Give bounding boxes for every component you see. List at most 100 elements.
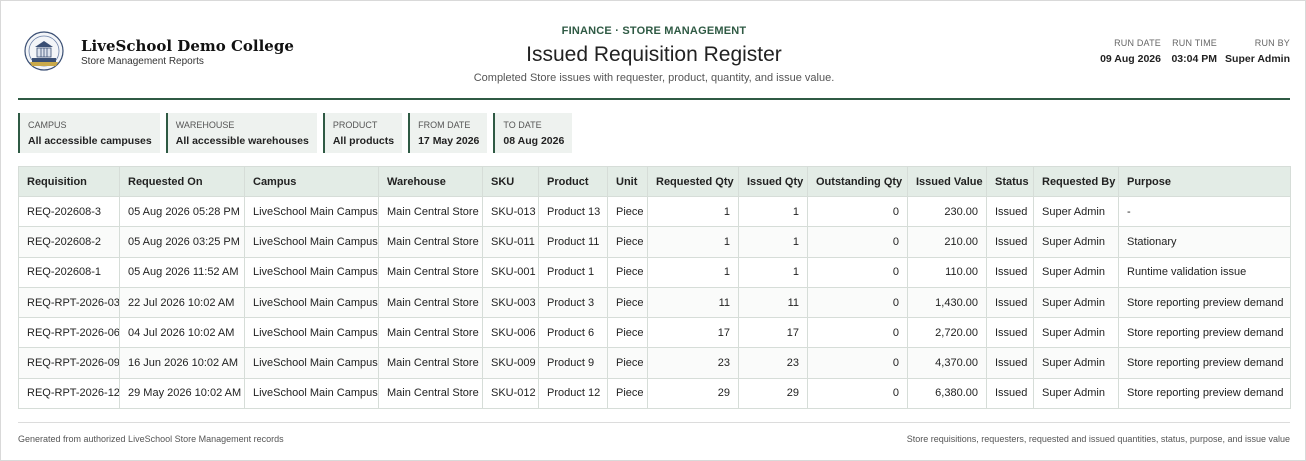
- run-time-label: RUN TIME: [1172, 38, 1217, 48]
- sku-cell: SKU-003: [482, 286, 539, 319]
- warehouse-cell: Main Central Store: [378, 317, 483, 349]
- column-header[interactable]: SKU: [482, 166, 539, 197]
- column-header[interactable]: Requested By: [1033, 166, 1119, 197]
- requested-on-cell: 22 Jul 2026 10:02 AM: [119, 286, 245, 319]
- table-row[interactable]: REQ-RPT-2026-06 04 Jul 2026 10:02 AM LiveS…: [18, 317, 1291, 349]
- table-row[interactable]: REQ-RPT-2026-12 29 May 2026 10:02 AM LiveS…: [18, 377, 1291, 410]
- requisition-cell: REQ-RPT-2026-06: [18, 317, 120, 349]
- campus-cell: LiveSchool Main Campus: [244, 377, 379, 410]
- issued-qty-cell: 1: [738, 226, 808, 258]
- product-cell: Product 1: [538, 256, 608, 288]
- product-cell: Product 3: [538, 286, 608, 319]
- requested-qty-cell: 1: [647, 226, 739, 258]
- requested-by-cell: Super Admin: [1033, 286, 1119, 319]
- filter-summary: CAMPUS All accessible campuses WAREHOUSE…: [18, 113, 578, 153]
- requested-on-cell: 05 Aug 2026 05:28 PM: [119, 195, 245, 228]
- sku-cell: SKU-012: [482, 377, 539, 410]
- requisition-table: Requisition Requested On Campus Warehous…: [18, 166, 1291, 410]
- filter-warehouse: WAREHOUSE All accessible warehouses: [165, 113, 317, 153]
- report-subtitle: Completed Store issues with requester, p…: [473, 72, 835, 84]
- warehouse-cell: Main Central Store: [378, 195, 483, 228]
- sku-cell: SKU-001: [482, 256, 539, 288]
- requested-on-cell: 04 Jul 2026 10:02 AM: [119, 317, 245, 349]
- outstanding-qty-cell: 0: [807, 226, 908, 258]
- run-time: RUN TIME 03:04 PM: [1171, 38, 1217, 65]
- requested-on-cell: 29 May 2026 10:02 AM: [119, 377, 245, 410]
- column-header[interactable]: Requested On: [119, 166, 245, 197]
- filter-label: WAREHOUSE: [175, 120, 235, 130]
- requisition-cell: REQ-202608-1: [18, 256, 120, 288]
- requested-qty-cell: 1: [647, 256, 739, 288]
- column-header[interactable]: Outstanding Qty: [807, 166, 908, 197]
- requested-on-cell: 05 Aug 2026 11:52 AM: [119, 256, 245, 288]
- outstanding-qty-cell: 0: [807, 286, 908, 319]
- purpose-cell: Store reporting preview demand: [1118, 286, 1291, 319]
- purpose-cell: -: [1118, 195, 1291, 228]
- column-header[interactable]: Product: [538, 166, 608, 197]
- filter-value: 08 Aug 2026: [503, 135, 565, 147]
- requested-qty-cell: 1: [647, 195, 739, 228]
- table-row[interactable]: REQ-RPT-2026-09 16 Jun 2026 10:02 AM LiveS…: [18, 347, 1291, 379]
- outstanding-qty-cell: 0: [807, 347, 908, 379]
- column-header[interactable]: Purpose: [1118, 166, 1291, 197]
- warehouse-cell: Main Central Store: [378, 286, 483, 319]
- status-cell: Issued: [986, 256, 1034, 288]
- product-cell: Product 9: [538, 347, 608, 379]
- filter-value: 17 May 2026: [418, 135, 480, 147]
- requisition-cell: REQ-RPT-2026-09: [18, 347, 120, 379]
- unit-cell: Piece: [607, 256, 648, 288]
- column-header[interactable]: Status: [986, 166, 1034, 197]
- column-header[interactable]: Unit: [607, 166, 648, 197]
- requisition-cell: REQ-202608-3: [18, 195, 120, 228]
- filter-campus: CAMPUS All accessible campuses: [18, 113, 160, 153]
- status-cell: Issued: [986, 347, 1034, 379]
- table-row[interactable]: REQ-202608-3 05 Aug 2026 05:28 PM LiveScho…: [18, 195, 1291, 228]
- column-header[interactable]: Issued Value: [907, 166, 987, 197]
- unit-cell: Piece: [607, 226, 648, 258]
- issued-qty-cell: 29: [738, 377, 808, 410]
- column-header[interactable]: Campus: [244, 166, 379, 197]
- organization-subtitle: Store Management Reports: [81, 56, 204, 67]
- filter-label: CAMPUS: [28, 120, 67, 130]
- purpose-cell: Stationary: [1118, 226, 1291, 258]
- purpose-cell: Store reporting preview demand: [1118, 347, 1291, 379]
- table-row[interactable]: REQ-RPT-2026-03 22 Jul 2026 10:02 AM LiveS…: [18, 286, 1291, 319]
- column-header[interactable]: Requested Qty: [647, 166, 739, 197]
- filter-product: PRODUCT All products: [322, 113, 403, 153]
- campus-cell: LiveSchool Main Campus: [244, 286, 379, 319]
- table-body: REQ-202608-3 05 Aug 2026 05:28 PM LiveScho…: [18, 195, 1291, 410]
- unit-cell: Piece: [607, 317, 648, 349]
- run-date: RUN DATE 09 Aug 2026: [1100, 38, 1161, 65]
- outstanding-qty-cell: 0: [807, 317, 908, 349]
- sku-cell: SKU-013: [482, 195, 539, 228]
- filter-value: All accessible campuses: [28, 135, 152, 147]
- warehouse-cell: Main Central Store: [378, 226, 483, 258]
- run-by: RUN BY Super Admin: [1225, 38, 1290, 65]
- table-row[interactable]: REQ-202608-1 05 Aug 2026 11:52 AM LiveScho…: [18, 256, 1291, 288]
- requested-qty-cell: 23: [647, 347, 739, 379]
- table-row[interactable]: REQ-202608-2 05 Aug 2026 03:25 PM LiveScho…: [18, 226, 1291, 258]
- filter-label: TO DATE: [503, 120, 542, 130]
- sku-cell: SKU-011: [482, 226, 539, 258]
- requested-qty-cell: 17: [647, 317, 739, 349]
- column-header[interactable]: Issued Qty: [738, 166, 808, 197]
- column-header[interactable]: Requisition: [18, 166, 120, 197]
- product-cell: Product 13: [538, 195, 608, 228]
- issued-value-cell: 230.00: [907, 195, 987, 228]
- sku-cell: SKU-009: [482, 347, 539, 379]
- column-header[interactable]: Warehouse: [378, 166, 483, 197]
- purpose-cell: Runtime validation issue: [1118, 256, 1291, 288]
- issued-value-cell: 110.00: [907, 256, 987, 288]
- requisition-cell: REQ-202608-2: [18, 226, 120, 258]
- requisition-cell: REQ-RPT-2026-12: [18, 377, 120, 410]
- requisition-cell: REQ-RPT-2026-03: [18, 286, 120, 319]
- unit-cell: Piece: [607, 286, 648, 319]
- requested-on-cell: 16 Jun 2026 10:02 AM: [119, 347, 245, 379]
- issued-value-cell: 2,720.00: [907, 317, 987, 349]
- requested-by-cell: Super Admin: [1033, 226, 1119, 258]
- status-cell: Issued: [986, 377, 1034, 410]
- run-time-value: 03:04 PM: [1171, 53, 1217, 65]
- purpose-cell: Store reporting preview demand: [1118, 317, 1291, 349]
- report-heading: FINANCE · STORE MANAGEMENT Issued Requis…: [418, 25, 890, 84]
- footer-description: Store requisitions, requesters, requeste…: [906, 434, 1290, 444]
